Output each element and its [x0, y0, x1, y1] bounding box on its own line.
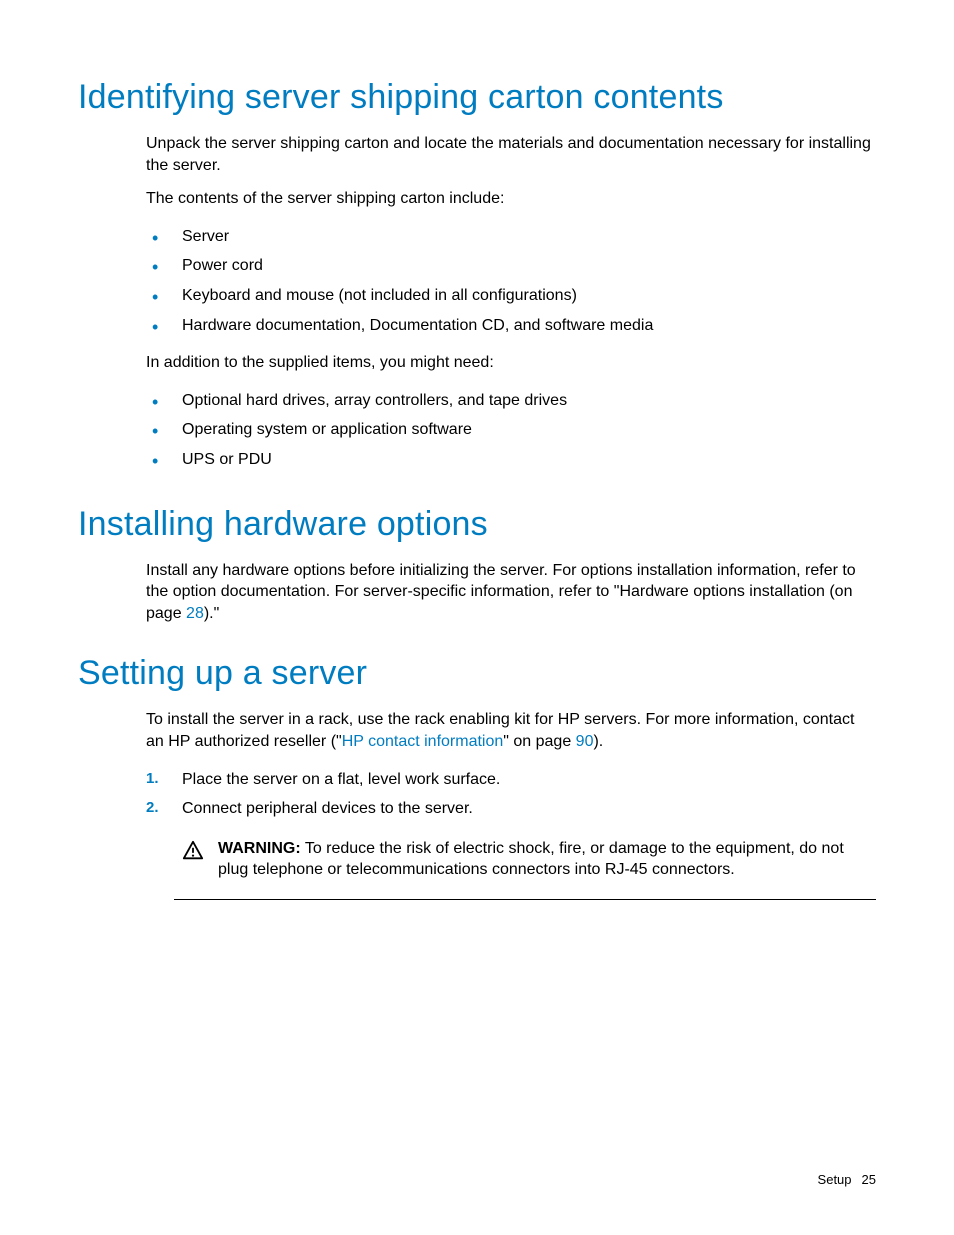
- page-footer: Setup 25: [818, 1172, 876, 1187]
- footer-page-number: 25: [862, 1172, 876, 1187]
- para-rack-kit: To install the server in a rack, use the…: [146, 709, 876, 752]
- list-item: Optional hard drives, array controllers,…: [146, 386, 876, 416]
- warning-label: WARNING:: [218, 840, 301, 857]
- text-run: " on page: [503, 733, 575, 750]
- para-install-options: Install any hardware options before init…: [146, 560, 876, 625]
- link-page-28[interactable]: 28: [186, 605, 204, 622]
- text-run: ).: [593, 733, 603, 750]
- list-item: Hardware documentation, Documentation CD…: [146, 311, 876, 341]
- warning-box: WARNING: To reduce the risk of electric …: [174, 832, 876, 900]
- link-page-90[interactable]: 90: [576, 733, 594, 750]
- para-additional-intro: In addition to the supplied items, you m…: [146, 352, 876, 374]
- text-run: ).": [204, 605, 219, 622]
- page-body: Identifying server shipping carton conte…: [0, 0, 954, 1235]
- steps-list: Place the server on a flat, level work s…: [146, 765, 876, 824]
- section-installing-body: Install any hardware options before init…: [146, 560, 876, 625]
- footer-section: Setup: [818, 1172, 852, 1187]
- list-contents: Server Power cord Keyboard and mouse (no…: [146, 222, 876, 340]
- section-setting-up-body: To install the server in a rack, use the…: [146, 709, 876, 900]
- list-item: Power cord: [146, 251, 876, 281]
- warning-icon: [182, 840, 204, 862]
- para-contents-intro: The contents of the server shipping cart…: [146, 188, 876, 210]
- heading-identifying: Identifying server shipping carton conte…: [78, 78, 876, 117]
- text-run: Install any hardware options before init…: [146, 562, 856, 622]
- step-item: Place the server on a flat, level work s…: [146, 765, 876, 795]
- heading-installing: Installing hardware options: [78, 505, 876, 544]
- para-unpack: Unpack the server shipping carton and lo…: [146, 133, 876, 176]
- section-identifying-body: Unpack the server shipping carton and lo…: [146, 133, 876, 475]
- step-item: Connect peripheral devices to the server…: [146, 794, 876, 824]
- warning-text: WARNING: To reduce the risk of electric …: [218, 838, 868, 881]
- link-hp-contact[interactable]: HP contact information: [342, 733, 504, 750]
- list-item: Server: [146, 222, 876, 252]
- list-additional: Optional hard drives, array controllers,…: [146, 386, 876, 475]
- heading-setting-up: Setting up a server: [78, 654, 876, 693]
- list-item: Operating system or application software: [146, 415, 876, 445]
- list-item: UPS or PDU: [146, 445, 876, 475]
- list-item: Keyboard and mouse (not included in all …: [146, 281, 876, 311]
- warning-body: To reduce the risk of electric shock, fi…: [218, 840, 844, 879]
